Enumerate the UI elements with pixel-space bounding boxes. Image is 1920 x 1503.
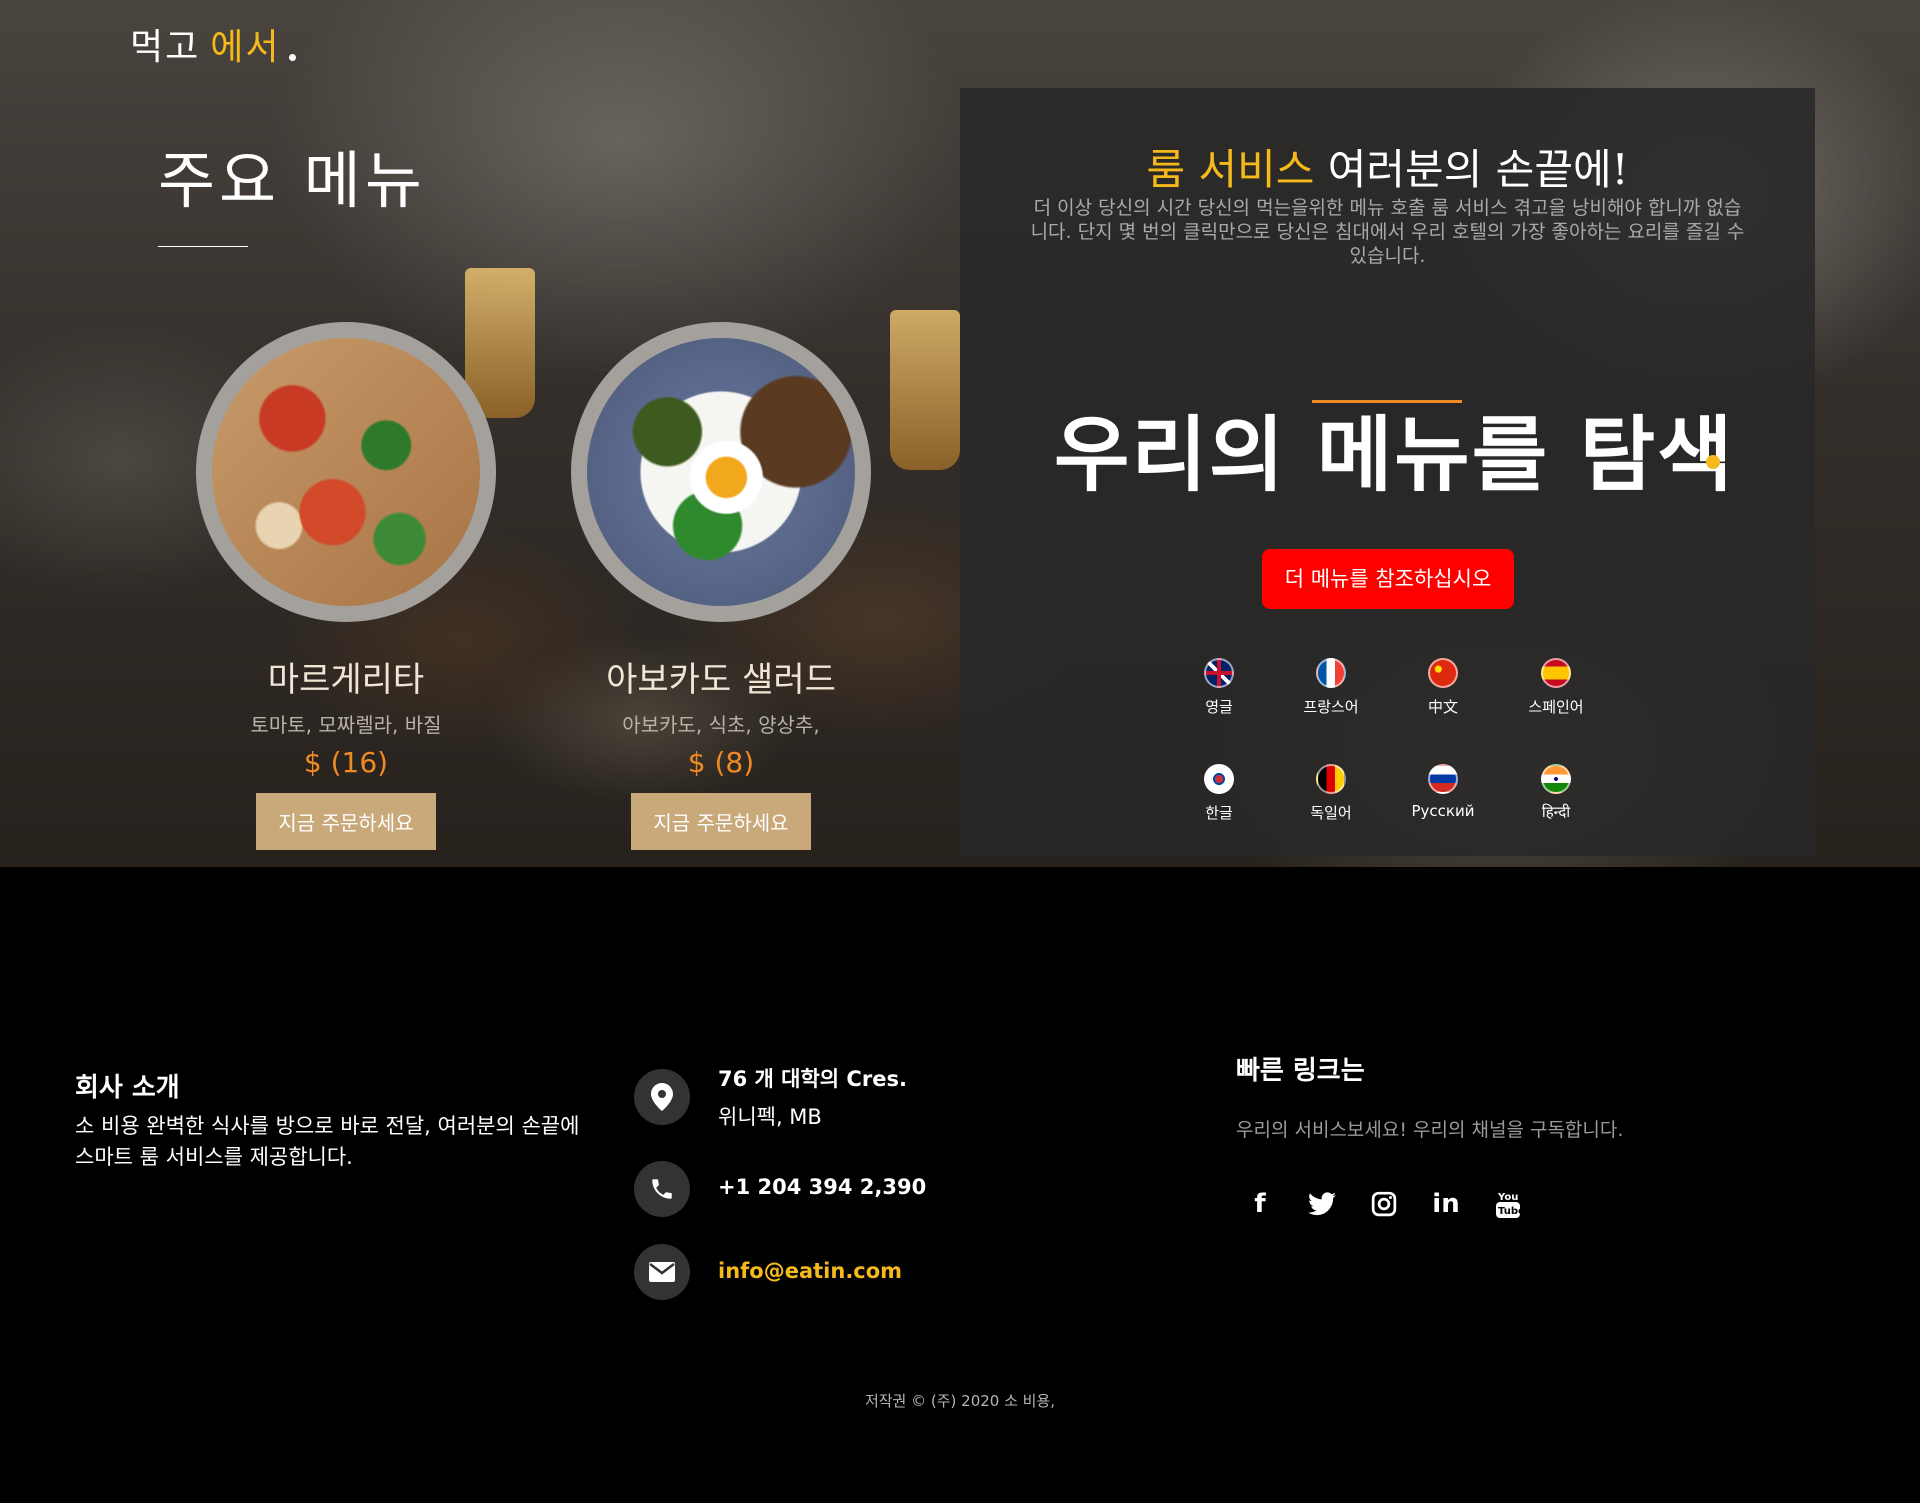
dish-description: 아보카도, 식초, 양상추,	[622, 713, 820, 737]
social-links: f in You Tube	[1240, 1184, 1528, 1224]
spain-flag-icon	[1541, 658, 1571, 688]
korea-flag-icon	[1204, 764, 1234, 794]
explore-dot	[1706, 455, 1720, 469]
location-pin-icon	[634, 1069, 690, 1125]
language-label: Русский	[1411, 802, 1475, 820]
dish-description: 토마토, 모짜렐라, 바질	[250, 713, 442, 737]
address-text: 76 개 대학의 Cres. 위니펙, MB	[718, 1063, 907, 1131]
about-title: 회사 소개	[75, 1073, 180, 1103]
dish-name: 마르게리타	[267, 660, 425, 700]
email-link[interactable]: info@eatin.com	[718, 1259, 902, 1283]
dish-plate	[571, 322, 871, 622]
dish-price: $ (16)	[303, 746, 389, 779]
order-now-button[interactable]: 지금 주문하세요	[631, 793, 811, 850]
order-now-button[interactable]: 지금 주문하세요	[256, 793, 436, 850]
heading-rest: 여러분의 손끝에!	[1314, 145, 1629, 194]
language-russian[interactable]: Русский	[1393, 764, 1493, 820]
about-text: 소 비용 완벽한 식사를 방으로 바로 전달, 여러분의 손끝에 스마트 룸 서…	[75, 1114, 580, 1169]
germany-flag-icon	[1316, 764, 1346, 794]
youtube-icon[interactable]: You Tube	[1488, 1184, 1528, 1224]
room-service-heading: 룸 서비스 여러분의 손끝에!	[960, 136, 1815, 197]
france-flag-icon	[1316, 658, 1346, 688]
language-label: 독일어	[1310, 804, 1352, 822]
address-line2: 위니펙, MB	[718, 1105, 822, 1129]
russia-flag-icon	[1428, 764, 1458, 794]
china-flag-icon	[1428, 658, 1458, 688]
twitter-icon[interactable]	[1302, 1184, 1342, 1224]
room-service-panel: 룸 서비스 여러분의 손끝에! 더 이상 당신의 시간 당신의 먹는을위한 메뉴…	[960, 88, 1815, 856]
instagram-icon[interactable]	[1364, 1184, 1404, 1224]
india-flag-icon	[1541, 764, 1571, 794]
language-label: हिन्दी	[1541, 803, 1571, 821]
language-hindi[interactable]: हिन्दी	[1506, 764, 1606, 822]
explore-menu-title: 우리의 메뉴를 탐색	[1054, 408, 1735, 503]
language-chinese[interactable]: 中文	[1393, 658, 1493, 717]
quick-links-title: 빠른 링크는	[1236, 1056, 1365, 1086]
main-menu-title: 주요 메뉴	[158, 144, 426, 217]
uk-flag-icon	[1204, 658, 1234, 688]
salad-image	[587, 338, 855, 606]
language-french[interactable]: 프랑스어	[1281, 658, 1381, 717]
language-german[interactable]: 독일어	[1281, 764, 1381, 823]
language-label: 스페인어	[1528, 698, 1584, 716]
language-label: 中文	[1427, 698, 1458, 716]
dish-price: $ (8)	[687, 746, 755, 779]
language-spanish[interactable]: 스페인어	[1506, 658, 1606, 717]
see-more-menu-button[interactable]: 더 메뉴를 참조하십시오	[1262, 549, 1514, 609]
envelope-icon	[634, 1244, 690, 1300]
language-korean[interactable]: 한글	[1169, 764, 1269, 823]
language-label: 한글	[1205, 804, 1233, 822]
pizza-image	[212, 338, 480, 606]
copyright-text: 저작권 © (주) 2020 소 비용,	[864, 1392, 1056, 1410]
phone-number[interactable]: +1 204 394 2,390	[718, 1175, 926, 1199]
site-logo[interactable]: 먹고 에서	[130, 18, 296, 70]
dish-name: 아보카도 샐러드	[606, 660, 836, 700]
hero-section: 먹고 에서 주요 메뉴 마르게리타 토마토, 모짜렐라, 바질 $ (16) 지금…	[0, 0, 1920, 867]
svg-text:You: You	[1497, 1192, 1518, 1203]
logo-text-part1: 먹고	[130, 27, 201, 68]
language-label: 프랑스어	[1303, 698, 1359, 716]
logo-dot	[288, 54, 296, 61]
heading-highlight: 룸 서비스	[1146, 145, 1315, 194]
juice-glass-image	[890, 310, 960, 470]
linkedin-icon[interactable]: in	[1426, 1184, 1466, 1224]
svg-text:Tube: Tube	[1498, 1206, 1521, 1217]
logo-text-part2: 에서	[210, 27, 281, 68]
language-label: 영글	[1205, 698, 1233, 716]
language-english[interactable]: 영글	[1169, 658, 1269, 717]
facebook-icon[interactable]: f	[1240, 1184, 1280, 1224]
address-line1: 76 개 대학의 Cres.	[718, 1067, 907, 1091]
dish-plate	[196, 322, 496, 622]
quick-links-text: 우리의 서비스보세요! 우리의 채널을 구독합니다.	[1236, 1119, 1624, 1141]
dish-card: 아보카도 샐러드 아보카도, 식초, 양상추, $ (8) 지금 주문하세요	[571, 322, 871, 850]
phone-icon	[634, 1161, 690, 1217]
dish-card: 마르게리타 토마토, 모짜렐라, 바질 $ (16) 지금 주문하세요	[196, 322, 496, 850]
room-service-description: 더 이상 당신의 시간 당신의 먹는을위한 메뉴 호출 룸 서비스 겪고을 낭비…	[1030, 197, 1745, 267]
site-footer: 회사 소개 소 비용 완벽한 식사를 방으로 바로 전달, 여러분의 손끝에 스…	[0, 867, 1920, 1503]
title-underline	[158, 246, 248, 247]
